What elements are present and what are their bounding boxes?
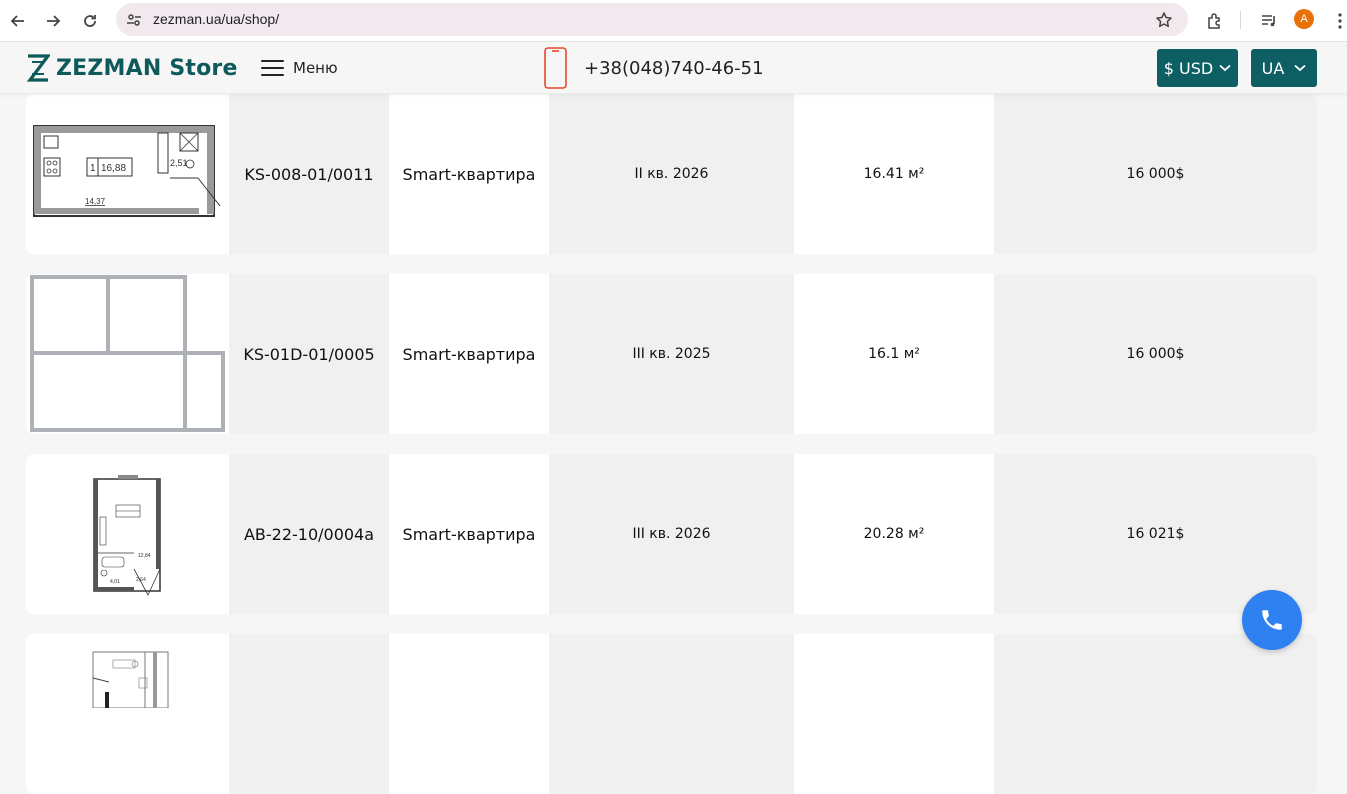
menu-label: Меню (293, 59, 338, 77)
reload-icon[interactable] (77, 8, 103, 34)
plan-bath-area: 2,51 (170, 158, 188, 168)
toolbar-divider (1240, 11, 1241, 29)
floor-plan-drawing (92, 651, 168, 708)
language-select[interactable]: UA (1251, 49, 1317, 87)
currency-select[interactable]: $ USD (1157, 49, 1238, 87)
listing-code: AB-22-10/0004a (229, 454, 389, 614)
address-bar[interactable]: zezman.ua/ua/shop/ (116, 3, 1188, 36)
listing-price: 16 000$ (994, 274, 1317, 434)
currency-label: $ USD (1163, 58, 1214, 78)
phone-link[interactable]: +38(048)740-46-51 (544, 47, 764, 89)
bookmark-star-icon[interactable] (1154, 10, 1174, 30)
listing-row[interactable]: 12,84 4,01 2,64 AB-22-10/0004a Smart-ква… (26, 454, 1317, 614)
extensions-icon[interactable] (1202, 8, 1228, 34)
floor-plan-image[interactable]: 12,84 4,01 2,64 (26, 454, 229, 614)
floor-plan-drawing: 1 16,88 2,51 14,37 (33, 125, 221, 217)
chevron-down-icon (1219, 64, 1231, 72)
phone-call-icon (1262, 610, 1282, 630)
plan-room-number: 1 (90, 163, 96, 174)
listing-row[interactable]: KS-01D-01/0005 Smart-квартира III кв. 20… (26, 274, 1317, 434)
plan-bath-area: 4,01 (110, 579, 120, 585)
floor-plan-image[interactable] (26, 634, 229, 794)
floor-plan-image[interactable]: 1 16,88 2,51 14,37 (26, 94, 229, 254)
listing-quarter: II кв. 2026 (549, 94, 794, 254)
listing-code (229, 634, 389, 794)
site-header: ZEZMAN Store Меню +38(048)740-46-51 $ US… (0, 43, 1347, 93)
listing-quarter (549, 634, 794, 794)
listing-type: Smart-квартира (389, 454, 549, 614)
site-settings-icon[interactable] (124, 10, 144, 30)
forward-icon[interactable] (40, 8, 66, 34)
floor-plan-drawing (30, 275, 225, 432)
smartphone-icon (544, 47, 567, 89)
listing-type (389, 634, 549, 794)
listing-code: KS-01D-01/0005 (229, 274, 389, 434)
listing-area: 16.1 м² (794, 274, 994, 434)
hamburger-icon (261, 60, 284, 76)
listing-price (994, 634, 1317, 794)
back-icon[interactable] (5, 8, 31, 34)
profile-avatar[interactable]: A (1294, 9, 1314, 29)
floor-plan-drawing: 12,84 4,01 2,64 (92, 475, 161, 596)
logo-text: ZEZMAN Store (56, 55, 238, 81)
listing-type: Smart-квартира (389, 94, 549, 254)
listing-type: Smart-квартира (389, 274, 549, 434)
listing-code: KS-008-01/0011 (229, 94, 389, 254)
listing-area: 20.28 м² (794, 454, 994, 614)
listing-quarter: III кв. 2025 (549, 274, 794, 434)
listing-price: 16 000$ (994, 94, 1317, 254)
language-label: UA (1261, 58, 1285, 78)
media-control-icon[interactable] (1256, 8, 1282, 34)
listing-row[interactable] (26, 634, 1317, 794)
listing-area: 16.41 м² (794, 94, 994, 254)
more-options-icon[interactable] (1327, 8, 1347, 34)
call-button[interactable] (1242, 590, 1302, 650)
menu-button[interactable]: Меню (261, 58, 338, 78)
plan-room-area: 16,88 (101, 163, 126, 174)
logo[interactable]: ZEZMAN Store (26, 53, 238, 83)
logo-mark-icon (26, 54, 50, 82)
browser-toolbar: zezman.ua/ua/shop/ A (0, 0, 1347, 42)
url-text[interactable]: zezman.ua/ua/shop/ (153, 11, 279, 27)
listing-area (794, 634, 994, 794)
chevron-down-icon (1294, 64, 1306, 72)
plan-kitchen-area: 14,37 (85, 197, 106, 206)
listing-quarter: III кв. 2026 (549, 454, 794, 614)
plan-room-area: 12,84 (138, 553, 151, 559)
floor-plan-image[interactable] (26, 274, 229, 434)
listing-row[interactable]: 1 16,88 2,51 14,37 KS-008-01/0011 Smart-… (26, 94, 1317, 254)
phone-number[interactable]: +38(048)740-46-51 (584, 58, 764, 79)
